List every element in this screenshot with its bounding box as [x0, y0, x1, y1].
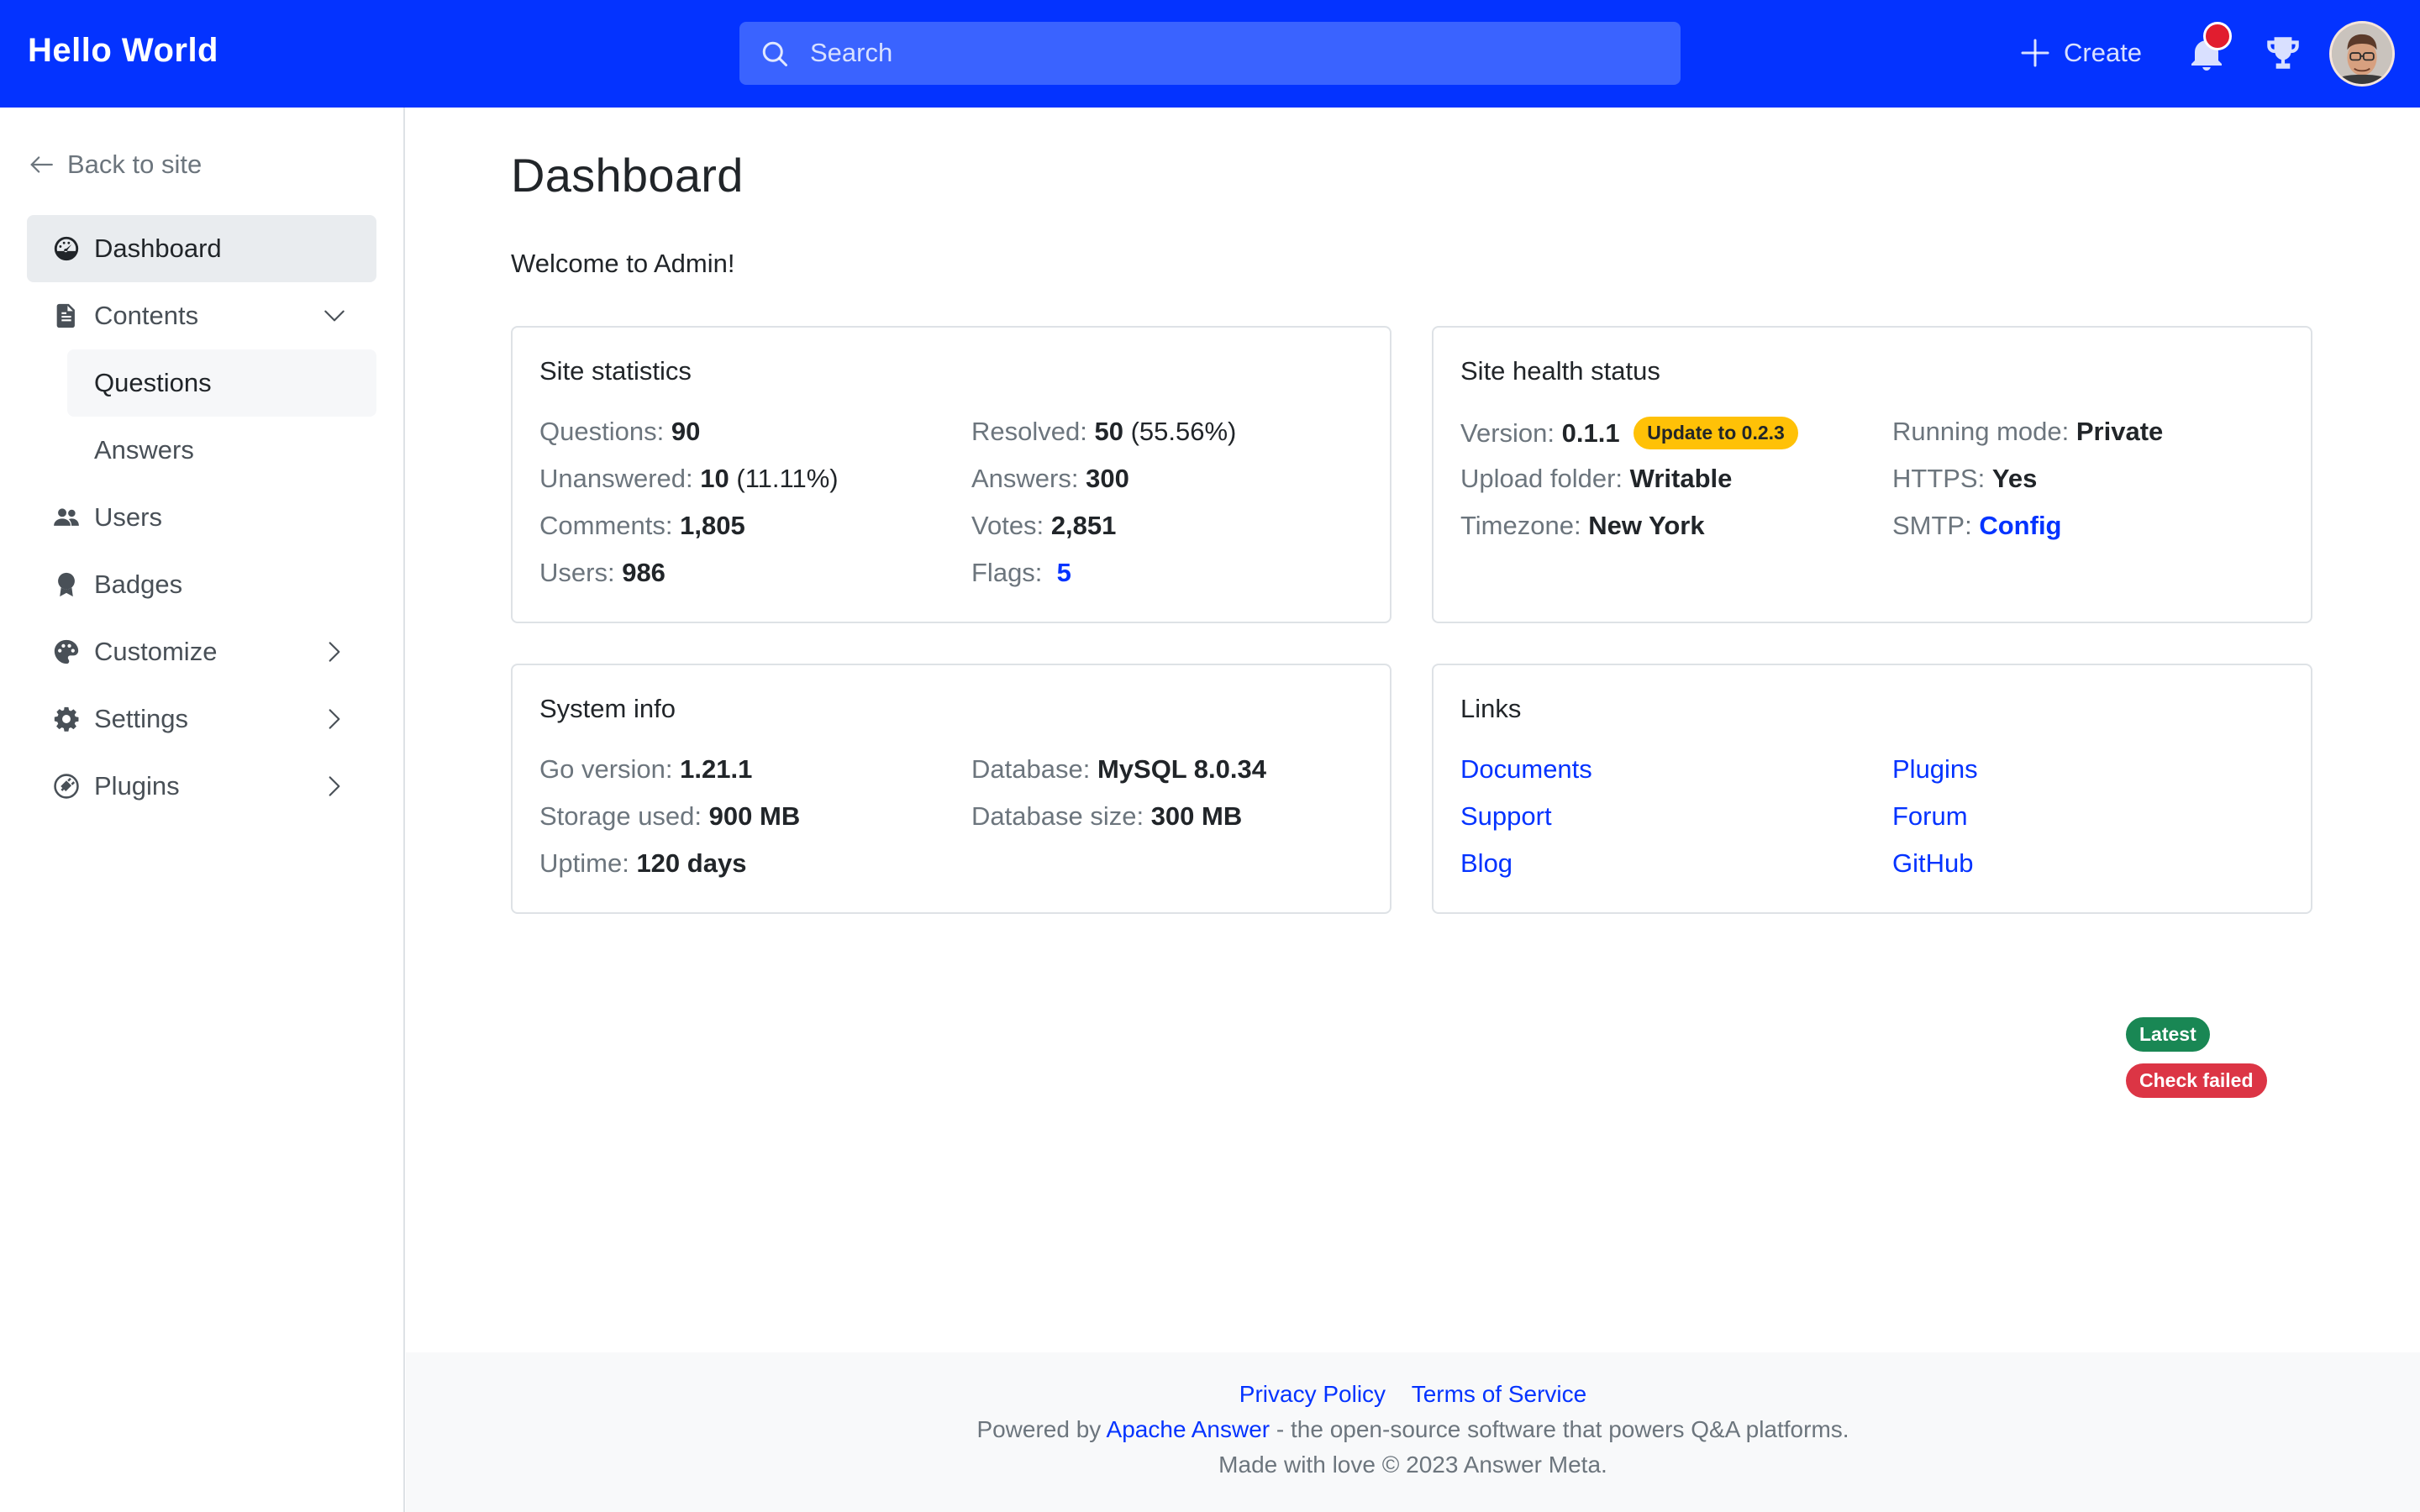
arrow-left-icon [30, 156, 53, 173]
stat-comments: Comments: 1,805 [539, 511, 745, 540]
sidebar-item-label: Dashboard [94, 234, 222, 263]
health-timezone: Timezone: New York [1460, 511, 1705, 540]
sys-storage-used: Storage used: 900 MB [539, 801, 801, 831]
plugin-icon [54, 774, 79, 799]
sidebar-item-badges[interactable]: Badges [27, 551, 376, 618]
privacy-policy-link[interactable]: Privacy Policy [1239, 1381, 1386, 1407]
sidebar-item-settings[interactable]: Settings [27, 685, 376, 753]
stat-resolved: Resolved: 50 (55.56%) [971, 417, 1237, 446]
document-icon [56, 303, 75, 328]
sidebar-subitem-label: Questions [94, 368, 212, 397]
sidebar-item-contents[interactable]: Contents [27, 282, 376, 349]
notification-badge [2203, 22, 2232, 50]
people-icon [54, 508, 79, 526]
links-card: Links Documents Support Blog Plugins For… [1432, 664, 2312, 914]
latest-badge: Latest [2126, 1017, 2210, 1052]
link-blog[interactable]: Blog [1460, 848, 1512, 879]
plus-icon [2021, 39, 2049, 67]
link-documents[interactable]: Documents [1460, 754, 1592, 785]
sidebar-subitem-label: Answers [94, 435, 194, 465]
sys-database: Database: MySQL 8.0.34 [971, 754, 1266, 784]
chevron-right-icon [329, 642, 340, 662]
stat-questions: Questions: 90 [539, 417, 701, 446]
chevron-down-icon [324, 310, 345, 322]
smtp-config-link[interactable]: Config [1979, 511, 2061, 540]
terms-of-service-link[interactable]: Terms of Service [1412, 1381, 1587, 1407]
admin-sidebar: Back to site Dashboard Contents Question… [0, 108, 405, 1512]
sidebar-item-label: Customize [94, 637, 218, 666]
check-failed-badge: Check failed [2126, 1063, 2267, 1098]
dashboard-gauge-icon [54, 236, 79, 261]
back-to-site-link[interactable]: Back to site [27, 150, 202, 180]
sidebar-item-label: Settings [94, 704, 189, 733]
health-https: HTTPS: Yes [1892, 464, 2038, 493]
sidebar-item-label: Users [94, 502, 162, 532]
sys-go-version: Go version: 1.21.1 [539, 754, 753, 784]
welcome-message: Welcome to Admin! [511, 249, 735, 278]
chevron-right-icon [329, 776, 340, 796]
page-footer: Privacy Policy Terms of Service Powered … [406, 1352, 2420, 1512]
sidebar-subitem-questions[interactable]: Questions [67, 349, 376, 417]
create-button[interactable]: Create [2018, 32, 2142, 74]
card-title: Site health status [1460, 356, 1660, 386]
sidebar-item-label: Contents [94, 301, 199, 330]
card-title: System info [539, 694, 676, 723]
sys-database-size: Database size: 300 MB [971, 801, 1243, 831]
user-avatar[interactable] [2329, 21, 2395, 87]
sidebar-item-users[interactable]: Users [27, 484, 376, 551]
site-brand[interactable]: Hello World [28, 32, 218, 70]
system-info-card: System info Go version: 1.21.1 Storage u… [511, 664, 1392, 914]
health-running-mode: Running mode: Private [1892, 417, 2164, 446]
link-forum[interactable]: Forum [1892, 801, 1968, 832]
avatar-portrait-icon [2332, 24, 2392, 84]
site-health-card: Site health status Version: 0.1.1 Update… [1432, 326, 2312, 623]
sys-uptime: Uptime: 120 days [539, 848, 747, 878]
trophy-icon[interactable] [2262, 32, 2304, 74]
create-label: Create [2064, 38, 2143, 67]
card-title: Site statistics [539, 356, 692, 386]
footer-legal-links: Privacy Policy Terms of Service [406, 1381, 2420, 1408]
chevron-right-icon [329, 709, 340, 729]
footer-powered-by: Powered by Apache Answer - the open-sour… [976, 1416, 1849, 1442]
apache-answer-link[interactable]: Apache Answer [1107, 1416, 1270, 1442]
health-version: Version: 0.1.1 Update to 0.2.3 [1460, 417, 1798, 449]
sidebar-item-label: Plugins [94, 771, 180, 801]
footer-copyright: Made with love © 2023 Answer Meta. [1218, 1452, 1607, 1478]
sidebar-item-dashboard[interactable]: Dashboard [27, 215, 376, 282]
stat-votes: Votes: 2,851 [971, 511, 1117, 540]
stat-answers: Answers: 300 [971, 464, 1129, 493]
flags-link[interactable]: 5 [1057, 558, 1071, 587]
search-placeholder: Search [810, 38, 893, 67]
site-statistics-card: Site statistics Questions: 90 Unanswered… [511, 326, 1392, 623]
search-input[interactable]: Search [739, 22, 1681, 85]
link-support[interactable]: Support [1460, 801, 1552, 832]
link-plugins[interactable]: Plugins [1892, 754, 1978, 785]
sidebar-item-plugins[interactable]: Plugins [27, 753, 376, 820]
health-upload-folder: Upload folder: Writable [1460, 464, 1733, 493]
health-smtp: SMTP: Config [1892, 511, 2062, 540]
award-icon [58, 572, 75, 597]
update-badge[interactable]: Update to 0.2.3 [1634, 417, 1798, 449]
top-navbar: Hello World Search Create [0, 0, 2420, 108]
stat-users: Users: 986 [539, 558, 666, 587]
back-to-site-label: Back to site [67, 150, 203, 179]
stat-unanswered: Unanswered: 10 (11.11%) [539, 464, 839, 493]
sidebar-item-label: Badges [94, 570, 183, 599]
search-icon [762, 41, 787, 66]
sidebar-item-customize[interactable]: Customize [27, 618, 376, 685]
stat-flags: Flags: 5 [971, 558, 1071, 587]
link-github[interactable]: GitHub [1892, 848, 1973, 879]
page-title: Dashboard [511, 149, 744, 202]
sidebar-subitem-answers[interactable]: Answers [67, 417, 376, 484]
card-title: Links [1460, 694, 1522, 723]
gear-icon [54, 706, 79, 732]
palette-icon [54, 639, 79, 664]
